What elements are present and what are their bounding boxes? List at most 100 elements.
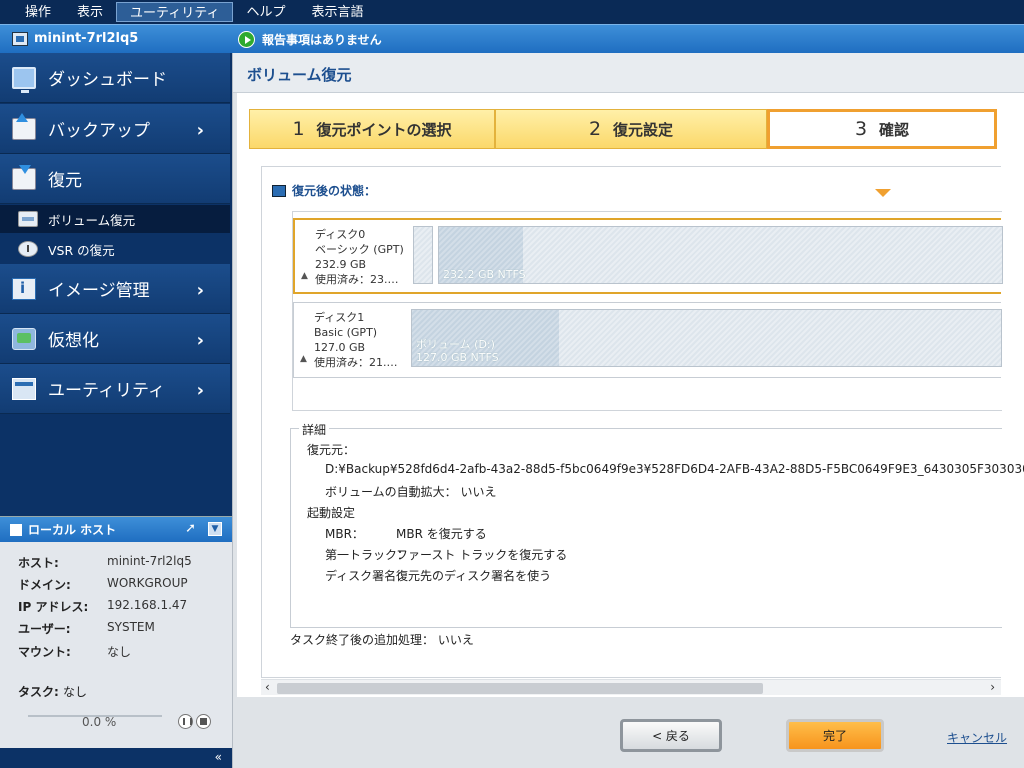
report-text: 報告事項はありません (262, 33, 382, 47)
disk-type: ベーシック (GPT) (315, 243, 404, 256)
boot-settings-label: 起動設定 (307, 506, 356, 520)
host-info-value: minint-7rl2lq5 (107, 554, 192, 568)
finish-button[interactable]: 完了 (786, 719, 884, 752)
task-status: タスク: なし (18, 683, 87, 700)
disk-signature-value: 復元先のディスク署名を使う (396, 569, 552, 583)
pin-icon[interactable]: ➚ (185, 521, 196, 536)
sidebar-item-backup[interactable]: バックアップ › (0, 104, 230, 154)
sidebar-subitem-label: ボリューム復元 (48, 212, 136, 228)
disk-size: 232.9 GB (315, 258, 367, 271)
host-title: minint-7rl2lq5 (12, 31, 138, 46)
post-task-setting: タスク終了後の追加処理： いいえ (290, 633, 474, 647)
sidebar-item-dashboard[interactable]: ダッシュボード (0, 53, 230, 103)
disk-partition[interactable]: ボリューム (D:) 127.0 GB NTFS (411, 309, 1002, 367)
sidebar-item-label: バックアップ (48, 121, 150, 141)
vsr-restore-icon (18, 241, 38, 257)
step-label: 復元ポイントの選択 (316, 120, 452, 139)
dropdown-icon[interactable]: ▼ (208, 522, 222, 536)
partition-label: 232.2 GB NTFS (443, 268, 526, 281)
host-info-value: SYSTEM (107, 620, 155, 634)
sidebar-subitem-volume-restore[interactable]: ボリューム復元 (0, 205, 230, 233)
menu-operation[interactable]: 操作 (12, 2, 64, 22)
sidebar-item-restore[interactable]: 復元 (0, 154, 230, 204)
task-value: なし (63, 685, 88, 699)
details-group: 詳細 復元元： D:¥Backup¥528fd6d4-2afb-43a2-88d… (290, 421, 1024, 628)
menu-help[interactable]: ヘルプ (233, 2, 298, 22)
collapse-sidebar-button[interactable]: « (0, 748, 232, 768)
wizard-step-2[interactable]: 2 復元設定 (495, 109, 767, 149)
menu-utility[interactable]: ユーティリティ (116, 2, 234, 22)
sidebar-subitem-vsr-restore[interactable]: VSR の復元 (0, 235, 230, 263)
scroll-right-icon[interactable]: › (990, 680, 995, 694)
sidebar-item-image-management[interactable]: イメージ管理 › (0, 264, 230, 314)
wizard-step-3: 3 確認 (767, 109, 997, 149)
play-icon (238, 31, 255, 48)
host-info-value: WORKGROUP (107, 576, 188, 590)
virtualization-icon (12, 327, 36, 350)
host-icon (10, 523, 22, 536)
step-label: 確認 (879, 120, 910, 139)
sidebar-item-label: イメージ管理 (48, 281, 150, 301)
disk-1[interactable]: ディスク1 Basic (GPT) 127.0 GB 使用済み：21.… ▲ ボ… (293, 302, 1002, 378)
step-label: 復元設定 (613, 120, 674, 139)
step-number: 1 (292, 118, 305, 140)
disk-info: ディスク0 ベーシック (GPT) 232.9 GB 使用済み：23.… (315, 227, 404, 287)
page-title: ボリューム復元 (233, 53, 1024, 93)
back-button[interactable]: < 戻る (620, 719, 722, 752)
monitor-icon (12, 66, 36, 93)
host-info-key: ドメイン: (18, 578, 71, 592)
scrollbar-thumb[interactable] (277, 683, 763, 694)
disk-map-icon (272, 184, 286, 197)
triangle-up-icon: ▲ (301, 271, 308, 281)
triangle-up-icon: ▲ (300, 354, 307, 364)
disk-name: ディスク1 (314, 311, 365, 324)
disk-partition[interactable] (413, 226, 433, 284)
host-info-key: マウント: (18, 645, 71, 659)
stop-button[interactable] (196, 714, 211, 729)
disk-used: 使用済み：21.… (314, 356, 398, 369)
pause-button[interactable] (178, 714, 193, 729)
partition-label: ボリューム (D:) 127.0 GB NTFS (416, 338, 499, 364)
sidebar-item-label: 仮想化 (48, 331, 99, 351)
details-legend: 詳細 (299, 421, 330, 438)
disk-0[interactable]: ディスク0 ベーシック (GPT) 232.9 GB 使用済み：23.… ▲ 2… (293, 218, 1003, 294)
task-label: タスク: (18, 685, 59, 699)
disk-map: ディスク0 ベーシック (GPT) 232.9 GB 使用済み：23.… ▲ 2… (292, 211, 1003, 411)
disk-partition[interactable]: 232.2 GB NTFS (438, 226, 1003, 284)
disk-name: ディスク0 (315, 228, 366, 241)
chevron-right-icon: › (196, 280, 204, 301)
step-number: 2 (588, 118, 602, 140)
cancel-link[interactable]: キャンセル (947, 729, 1007, 746)
host-info-key: ユーザー: (18, 622, 71, 636)
host-info-key: ホスト: (18, 556, 59, 570)
sidebar-subitem-label: VSR の復元 (48, 242, 115, 258)
mbr-key: MBR： (325, 527, 364, 541)
sidebar-item-virtualization[interactable]: 仮想化 › (0, 314, 230, 364)
wizard-step-1[interactable]: 1 復元ポイントの選択 (249, 109, 495, 149)
volume-restore-icon (18, 211, 38, 227)
wizard-steps: 1 復元ポイントの選択 2 復元設定 3 確認 (249, 109, 1001, 151)
menu-language[interactable]: 表示言語 (299, 2, 377, 22)
horizontal-scrollbar[interactable]: ‹ › (261, 679, 1001, 695)
report-status[interactable]: 報告事項はありません (238, 31, 382, 48)
first-track-value: ファースト トラックを復元する (396, 548, 568, 562)
wizard-body: 1 復元ポイントの選択 2 復元設定 3 確認 復元後の状態： ディスク0 ベー… (237, 93, 1024, 697)
progress-text: 0.0 % (82, 715, 117, 729)
backup-icon (12, 112, 36, 140)
menu-bar: 操作 表示 ユーティリティ ヘルプ 表示言語 (0, 0, 1024, 24)
scroll-left-icon[interactable]: ‹ (265, 680, 270, 694)
state-title: 復元後の状態： (272, 182, 376, 199)
main-content: ボリューム復元 1 復元ポイントの選択 2 復元設定 3 確認 復元後の状態： (232, 53, 1024, 768)
mbr-value: MBR を復元する (396, 527, 487, 541)
sidebar-item-label: ダッシュボード (48, 70, 167, 90)
sidebar-item-utility[interactable]: ユーティリティ › (0, 364, 230, 414)
wizard-footer: < 戻る 完了 キャンセル (233, 697, 1024, 768)
local-host-header: ローカル ホスト ➚ ▼ (0, 517, 232, 542)
menu-view[interactable]: 表示 (64, 2, 116, 22)
source-label: 復元元： (307, 443, 356, 457)
chevron-right-icon: › (196, 380, 204, 401)
chevron-right-icon: › (196, 330, 204, 351)
host-info-value: 192.168.1.47 (107, 598, 188, 612)
disk-type: Basic (GPT) (314, 326, 378, 339)
utility-icon (12, 377, 36, 400)
